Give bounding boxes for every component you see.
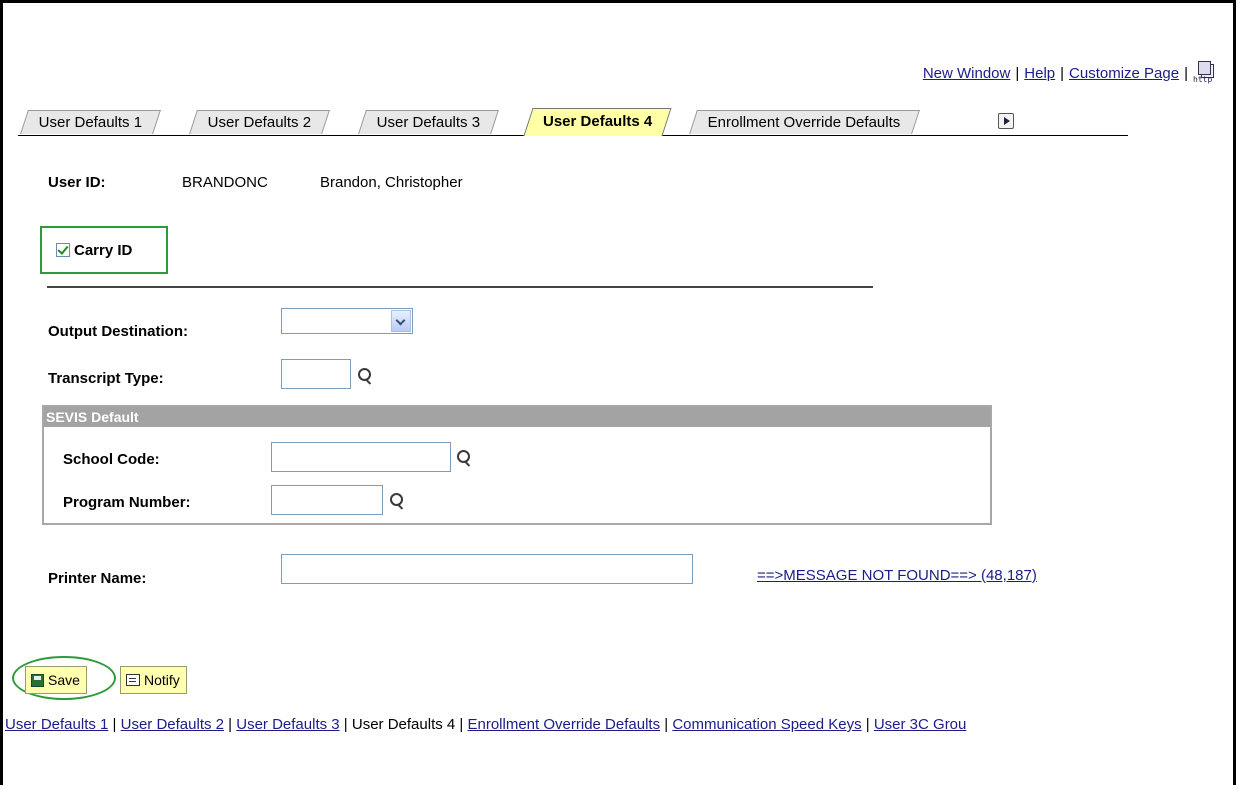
http-page-icon[interactable]: http [1193, 61, 1215, 85]
sevis-default-title: SEVIS Default [44, 407, 990, 427]
bottom-link-user-defaults-3[interactable]: User Defaults 3 [236, 716, 339, 733]
program-number-input[interactable] [271, 485, 383, 515]
user-id-label: User ID: [48, 174, 106, 191]
save-button[interactable]: Save [25, 666, 87, 694]
save-icon [31, 673, 44, 687]
separator: | [1015, 64, 1020, 82]
transcript-type-label: Transcript Type: [48, 370, 164, 387]
tab-enrollment-override-defaults[interactable]: Enrollment Override Defaults [689, 110, 920, 134]
bottom-link-enrollment-override-defaults[interactable]: Enrollment Override Defaults [468, 716, 661, 733]
printer-name-label: Printer Name: [48, 570, 147, 587]
user-name: Brandon, Christopher [320, 174, 463, 191]
customize-page-link[interactable]: Customize Page [1069, 65, 1179, 82]
user-id-value: BRANDONC [182, 174, 268, 191]
notify-button[interactable]: Notify [120, 666, 187, 694]
bottom-link-user-defaults-2[interactable]: User Defaults 2 [121, 716, 224, 733]
bottom-link-communication-speed-keys[interactable]: Communication Speed Keys [672, 716, 861, 733]
separator: | [1184, 64, 1188, 82]
school-code-input[interactable] [271, 442, 451, 472]
http-icon-label: http [1193, 75, 1213, 84]
search-icon[interactable] [357, 367, 373, 385]
chevron-down-icon[interactable] [391, 310, 411, 332]
output-destination-select[interactable] [281, 308, 413, 334]
bottom-current-user-defaults-4: User Defaults 4 [351, 716, 456, 733]
output-destination-label: Output Destination: [48, 323, 188, 340]
program-number-label: Program Number: [63, 494, 191, 511]
tab-user-defaults-2[interactable]: User Defaults 2 [189, 110, 331, 134]
tab-user-defaults-4[interactable]: User Defaults 4 [523, 108, 672, 136]
top-links: New Window | Help | Customize Page | htt… [923, 61, 1215, 85]
transcript-type-input[interactable] [281, 359, 351, 389]
carry-id-label: Carry ID [74, 242, 133, 259]
save-button-label: Save [48, 672, 80, 688]
separator: | [1060, 64, 1065, 82]
help-link[interactable]: Help [1024, 65, 1055, 82]
bottom-link-user-3c-group[interactable]: User 3C Grou [874, 716, 967, 733]
printer-name-input[interactable] [281, 554, 693, 584]
notify-button-label: Notify [144, 672, 180, 688]
message-not-found-link[interactable]: ==>MESSAGE NOT FOUND==> (48,187) [757, 567, 1037, 584]
bottom-nav: User Defaults 1 | User Defaults 2 | User… [5, 716, 967, 733]
notify-icon [126, 674, 140, 686]
search-icon[interactable] [389, 492, 405, 510]
school-code-label: School Code: [63, 451, 160, 468]
divider [47, 286, 873, 288]
new-window-link[interactable]: New Window [923, 65, 1011, 82]
search-icon[interactable] [456, 449, 472, 467]
carry-id-checkbox[interactable] [56, 243, 70, 257]
tab-bar: User Defaults 1 User Defaults 2 User Def… [18, 108, 1128, 136]
tab-user-defaults-3[interactable]: User Defaults 3 [358, 110, 500, 134]
bottom-link-user-defaults-1[interactable]: User Defaults 1 [5, 716, 108, 733]
tab-scroll-right-icon[interactable] [998, 113, 1014, 129]
tab-user-defaults-1[interactable]: User Defaults 1 [20, 110, 162, 134]
